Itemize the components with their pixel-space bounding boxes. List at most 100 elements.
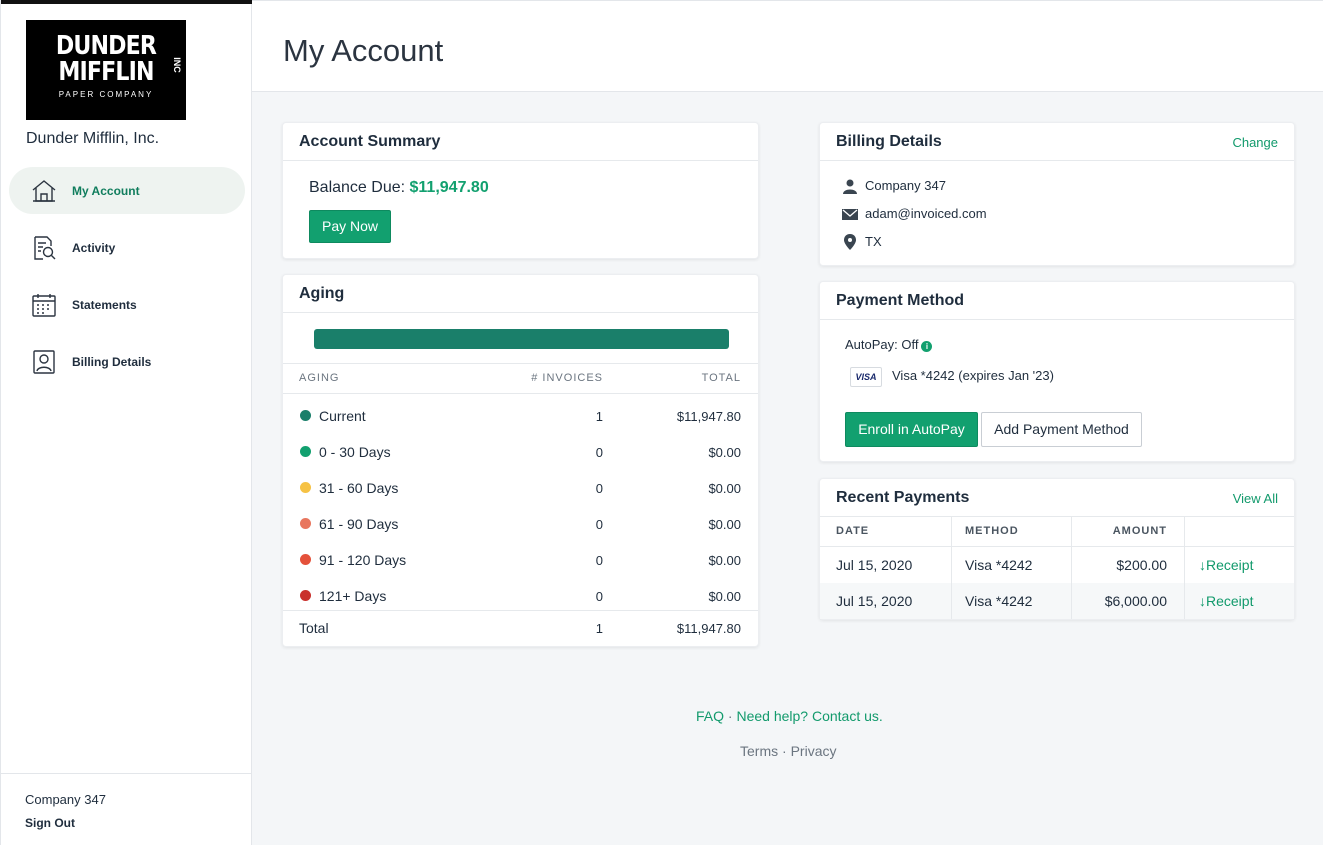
card-header: Payment Method: [820, 282, 1294, 320]
billing-company-text: Company 347: [865, 178, 946, 193]
company-logo: DUNDER MIFFLIN INC PAPER COMPANY: [26, 20, 186, 120]
sidebar: DUNDER MIFFLIN INC PAPER COMPANY Dunder …: [0, 0, 252, 845]
aging-row-91-120: 91 - 120 Days 0 $0.00: [283, 544, 758, 580]
aging-label: 31 - 60 Days: [319, 480, 399, 496]
card-header: Billing Details Change: [820, 123, 1294, 161]
page-title: My Account: [283, 33, 444, 68]
sidebar-item-label: Billing Details: [72, 354, 152, 369]
card-title: Aging: [299, 285, 345, 302]
balance-label: Balance Due:: [309, 179, 410, 196]
logo-tagline: PAPER COMPANY: [58, 90, 154, 99]
person-icon: [843, 179, 857, 194]
divider: [283, 610, 758, 611]
card-title: Billing Details: [836, 133, 942, 150]
view-all-link[interactable]: View All: [1233, 491, 1278, 506]
card-title: Recent Payments: [836, 489, 970, 506]
visa-card-icon: VISA: [850, 367, 882, 387]
terms-link[interactable]: Terms: [740, 743, 778, 759]
invoice-count: 1: [595, 621, 603, 636]
sidebar-footer: Company 347 Sign Out: [1, 773, 252, 845]
aging-label: 121+ Days: [319, 588, 387, 604]
status-dot: [300, 446, 311, 457]
aging-total: $0.00: [708, 445, 741, 460]
sidebar-item-label: Statements: [72, 297, 137, 312]
aging-total: $11,947.80: [676, 621, 741, 636]
account-summary-card: Account Summary Balance Due: $11,947.80 …: [282, 122, 759, 259]
sidebar-item-activity[interactable]: Activity: [9, 224, 245, 271]
receipt-link[interactable]: ↓Receipt: [1199, 557, 1253, 573]
billing-location-text: TX: [865, 234, 882, 249]
enroll-autopay-button[interactable]: Enroll in AutoPay: [845, 412, 978, 447]
add-payment-method-button[interactable]: Add Payment Method: [981, 412, 1142, 447]
sidebar-item-label: My Account: [72, 183, 140, 198]
column-divider: [951, 516, 952, 619]
info-icon[interactable]: i: [921, 341, 933, 352]
status-dot: [300, 554, 311, 565]
card-description: Visa *4242 (expires Jan '23): [892, 368, 1054, 383]
aging-label: Current: [319, 408, 366, 424]
card-title: Payment Method: [836, 292, 965, 309]
privacy-link[interactable]: Privacy: [791, 743, 837, 759]
aging-progress-bar: [314, 329, 729, 349]
document-search-icon: [34, 236, 56, 260]
table-row: Jul 15, 2020 Visa *4242 $200.00 ↓Receipt: [820, 547, 1294, 583]
invoice-count: 0: [595, 517, 603, 532]
invoice-count: 0: [595, 589, 603, 604]
invoice-count: 0: [595, 481, 603, 496]
aging-total: $0.00: [708, 517, 741, 532]
aging-label: 61 - 90 Days: [319, 516, 399, 532]
sidebar-item-billing-details[interactable]: Billing Details: [9, 338, 245, 385]
aging-card: Aging AGING # INVOICES TOTAL Current 1 $…: [282, 274, 759, 647]
column-divider: [1071, 516, 1072, 619]
status-dot: [300, 518, 311, 529]
calendar-icon: [32, 294, 56, 317]
customer-name: Company 347: [25, 792, 106, 807]
user-card-icon: [33, 350, 55, 374]
aging-total: $11,947.80: [676, 409, 741, 424]
aging-total: $0.00: [708, 589, 741, 604]
column-header-aging: AGING: [299, 372, 340, 384]
company-name: Dunder Mifflin, Inc.: [26, 130, 160, 147]
invoice-count: 0: [595, 553, 603, 568]
column-header-invoices: # INVOICES: [531, 372, 603, 384]
card-title: Account Summary: [299, 133, 441, 150]
faq-link[interactable]: FAQ: [696, 708, 724, 724]
divider: [283, 393, 758, 394]
sidebar-item-my-account[interactable]: My Account: [9, 167, 245, 214]
column-header-date: DATE: [836, 525, 870, 537]
separator-dot: ·: [782, 743, 787, 759]
aging-row-0-30: 0 - 30 Days 0 $0.00: [283, 436, 758, 472]
balance-due: Balance Due: $11,947.80: [309, 179, 489, 197]
contact-link[interactable]: Need help? Contact us.: [736, 708, 882, 724]
payment-amount: $200.00: [1116, 557, 1167, 573]
page-header: My Account: [252, 0, 1323, 92]
card-header: Aging: [283, 275, 758, 313]
aging-row-61-90: 61 - 90 Days 0 $0.00: [283, 508, 758, 544]
billing-email-text: adam@invoiced.com: [865, 206, 987, 221]
aging-label: 0 - 30 Days: [319, 444, 391, 460]
payment-date: Jul 15, 2020: [836, 593, 913, 609]
payment-method: Visa *4242: [965, 557, 1033, 573]
divider: [283, 363, 758, 364]
sidebar-item-statements[interactable]: Statements: [9, 281, 245, 328]
change-link[interactable]: Change: [1232, 135, 1278, 150]
billing-details-card: Billing Details Change Company 347 adam@…: [819, 122, 1295, 266]
sign-out-link[interactable]: Sign Out: [25, 816, 75, 830]
aging-row-total: Total 1 $11,947.80: [283, 617, 758, 653]
status-dot: [300, 482, 311, 493]
sidebar-nav: My Account Activity Statements Billing D…: [9, 167, 245, 395]
card-header: Recent Payments View All: [820, 479, 1294, 517]
map-pin-icon: [844, 234, 856, 250]
invoice-count: 1: [595, 409, 603, 424]
column-header-amount: AMOUNT: [1112, 525, 1167, 537]
payment-amount: $6,000.00: [1104, 593, 1167, 609]
receipt-link[interactable]: ↓Receipt: [1199, 593, 1253, 609]
envelope-icon: [842, 209, 858, 220]
column-header-method: METHOD: [965, 525, 1019, 537]
payment-method: Visa *4242: [965, 593, 1033, 609]
aging-total: $0.00: [708, 553, 741, 568]
sidebar-item-label: Activity: [72, 240, 116, 255]
sidebar-top-bar: [1, 0, 252, 4]
balance-amount: $11,947.80: [409, 179, 489, 196]
pay-now-button[interactable]: Pay Now: [309, 210, 391, 243]
